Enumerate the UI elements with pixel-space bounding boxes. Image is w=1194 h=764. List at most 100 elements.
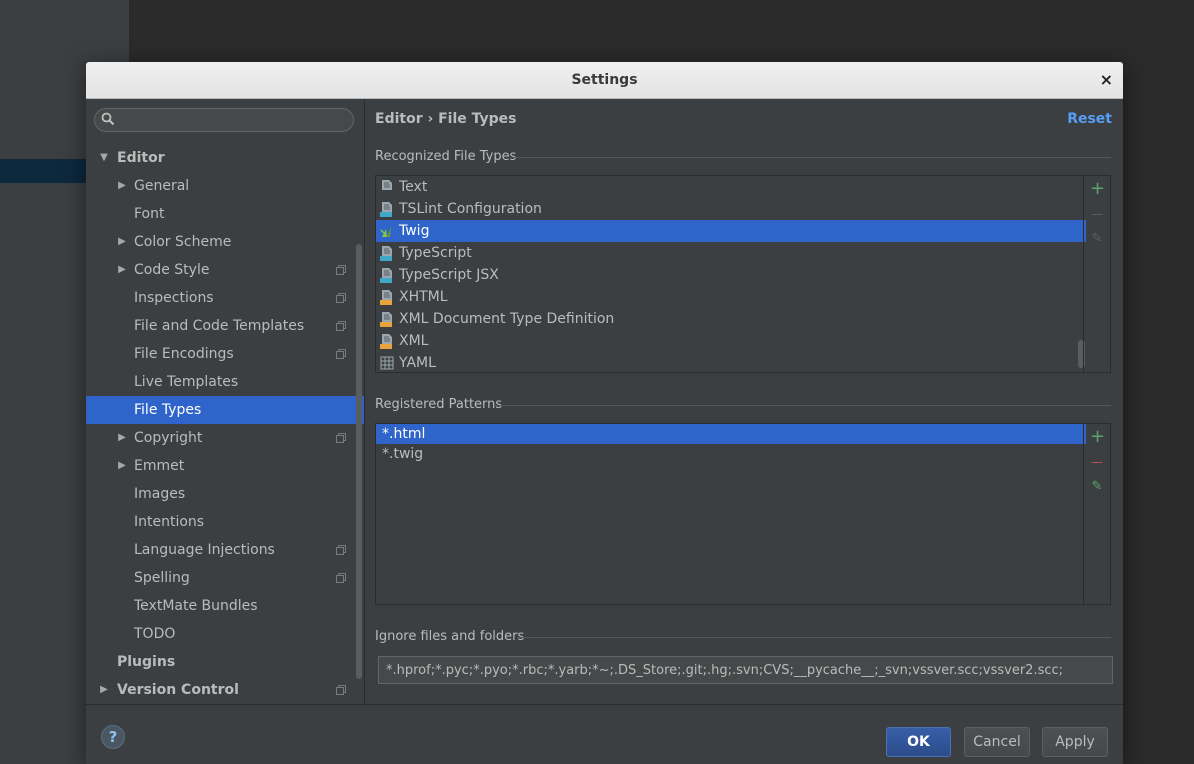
file-type-row[interactable]: XML Document Type Definition <box>376 308 1086 330</box>
edit-pattern-icon[interactable]: ✎ <box>1090 480 1104 494</box>
project-level-icon <box>336 573 346 583</box>
collapsed-arrow-icon[interactable]: ▶ <box>116 228 128 256</box>
tree-item-label: Language Injections <box>134 542 275 558</box>
tree-item-editor[interactable]: ▼ Editor <box>86 144 364 172</box>
tree-item-copyright[interactable]: ▶ Copyright <box>86 424 364 452</box>
tree-item-label: Spelling <box>134 570 190 586</box>
tree-item-label: Code Style <box>134 262 210 278</box>
tree-item-general[interactable]: ▶ General <box>86 172 364 200</box>
project-level-icon <box>336 265 346 275</box>
cancel-button[interactable]: Cancel <box>964 727 1030 757</box>
registered-patterns-title: Registered Patterns <box>375 397 503 412</box>
divider <box>517 637 1111 638</box>
file-type-row[interactable]: TypeScript <box>376 242 1086 264</box>
help-button[interactable]: ? <box>101 725 125 749</box>
file-types-toolbar: + — ✎ <box>1083 176 1110 372</box>
tree-item-label: Emmet <box>134 458 185 474</box>
patterns-toolbar: + — ✎ <box>1083 424 1110 604</box>
twig-icon <box>380 226 391 237</box>
tree-item-file-encodings[interactable]: File Encodings <box>86 340 364 368</box>
file-type-row[interactable]: YAML <box>376 352 1086 372</box>
tree-item-label: Plugins <box>117 654 176 670</box>
collapsed-arrow-icon[interactable]: ▶ <box>116 256 128 284</box>
remove-file-type-icon[interactable]: — <box>1090 207 1104 221</box>
dtd-file-icon <box>380 312 392 327</box>
tree-item-label: Live Templates <box>134 374 239 390</box>
file-type-row[interactable]: Twig <box>376 220 1086 242</box>
sidebar-scrollbar[interactable] <box>356 244 362 679</box>
recognized-file-types-list: Text TSLint Configuration Twig TypeScript Ty… <box>375 175 1111 373</box>
collapsed-arrow-icon[interactable]: ▶ <box>116 424 128 452</box>
search-field[interactable] <box>94 108 354 132</box>
tree-item-emmet[interactable]: ▶ Emmet <box>86 452 364 480</box>
collapsed-arrow-icon[interactable]: ▶ <box>98 676 110 704</box>
settings-dialog: Settings × ▼ Editor ▶ General Font ▶ Color Sch… <box>86 62 1123 764</box>
tree-item-label: Intentions <box>134 514 205 530</box>
project-level-icon <box>336 293 346 303</box>
tree-item-textmate-bundles[interactable]: TextMate Bundles <box>86 592 364 620</box>
close-icon[interactable]: × <box>1100 62 1113 98</box>
pattern-row[interactable]: *.twig <box>376 444 1086 464</box>
tree-item-plugins[interactable]: Plugins <box>86 648 364 676</box>
recognized-file-types-title: Recognized File Types <box>375 149 517 164</box>
add-pattern-icon[interactable]: + <box>1090 428 1105 446</box>
tree-item-inspections[interactable]: Inspections <box>86 284 364 312</box>
tree-item-version-control[interactable]: ▶ Version Control <box>86 676 364 704</box>
file-type-label: YAML <box>399 355 436 371</box>
tree-item-file-and-code-templates[interactable]: File and Code Templates <box>86 312 364 340</box>
tree-item-label: Font <box>134 206 165 222</box>
divider <box>513 157 1111 158</box>
file-type-row[interactable]: XHTML <box>376 286 1086 308</box>
tree-item-label: Color Scheme <box>134 234 232 250</box>
project-level-icon <box>336 321 346 331</box>
registered-patterns-list: *.html *.twig + — ✎ <box>375 423 1111 605</box>
tree-item-font[interactable]: Font <box>86 200 364 228</box>
remove-pattern-icon[interactable]: — <box>1090 455 1104 469</box>
tree-item-todo[interactable]: TODO <box>86 620 364 648</box>
pattern-row[interactable]: *.html <box>376 424 1086 444</box>
file-type-row[interactable]: TSLint Configuration <box>376 198 1086 220</box>
tree-item-label: TextMate Bundles <box>134 598 258 614</box>
tree-item-language-injections[interactable]: Language Injections <box>86 536 364 564</box>
tree-item-images[interactable]: Images <box>86 480 364 508</box>
expanded-arrow-icon[interactable]: ▼ <box>98 144 110 172</box>
file-type-row[interactable]: TypeScript JSX <box>376 264 1086 286</box>
file-type-label: XHTML <box>399 289 448 305</box>
tree-item-spelling[interactable]: Spelling <box>86 564 364 592</box>
tree-item-label: General <box>134 178 190 194</box>
file-type-row[interactable]: XML <box>376 330 1086 352</box>
tsx-file-icon <box>380 268 392 283</box>
tree-item-label: Editor <box>117 150 165 166</box>
collapsed-arrow-icon[interactable]: ▶ <box>116 172 128 200</box>
tree-item-label: TODO <box>134 626 176 642</box>
file-type-row[interactable]: Text <box>376 176 1086 198</box>
tree-item-file-types[interactable]: File Types <box>86 396 364 424</box>
edit-file-type-icon[interactable]: ✎ <box>1090 232 1104 246</box>
divider <box>495 405 1111 406</box>
text-file-icon <box>382 180 392 190</box>
reset-link[interactable]: Reset <box>1067 111 1112 127</box>
tree-item-intentions[interactable]: Intentions <box>86 508 364 536</box>
project-level-icon <box>336 685 346 695</box>
project-level-icon <box>336 349 346 359</box>
add-file-type-icon[interactable]: + <box>1090 180 1105 198</box>
settings-sidebar: ▼ Editor ▶ General Font ▶ Color Scheme ▶ Code St… <box>86 99 364 704</box>
tree-item-live-templates[interactable]: Live Templates <box>86 368 364 396</box>
settings-content: Editor › File Types Reset Recognized Fil… <box>365 99 1123 704</box>
ignore-files-input[interactable] <box>378 656 1113 684</box>
search-input[interactable] <box>119 111 348 131</box>
title-bar: Settings × <box>86 62 1123 99</box>
tree-item-code-style[interactable]: ▶ Code Style <box>86 256 364 284</box>
search-icon <box>101 112 115 126</box>
project-level-icon <box>336 545 346 555</box>
tree-item-label: File Types <box>134 402 202 418</box>
tree-item-color-scheme[interactable]: ▶ Color Scheme <box>86 228 364 256</box>
tree-item-label: File Encodings <box>134 346 234 362</box>
file-type-label: Twig <box>399 223 430 239</box>
apply-button[interactable]: Apply <box>1042 727 1108 757</box>
file-type-label: Text <box>399 179 428 195</box>
collapsed-arrow-icon[interactable]: ▶ <box>116 452 128 480</box>
xhtml-file-icon <box>380 290 392 305</box>
xml-file-icon <box>380 334 392 349</box>
ok-button[interactable]: OK <box>886 727 951 757</box>
